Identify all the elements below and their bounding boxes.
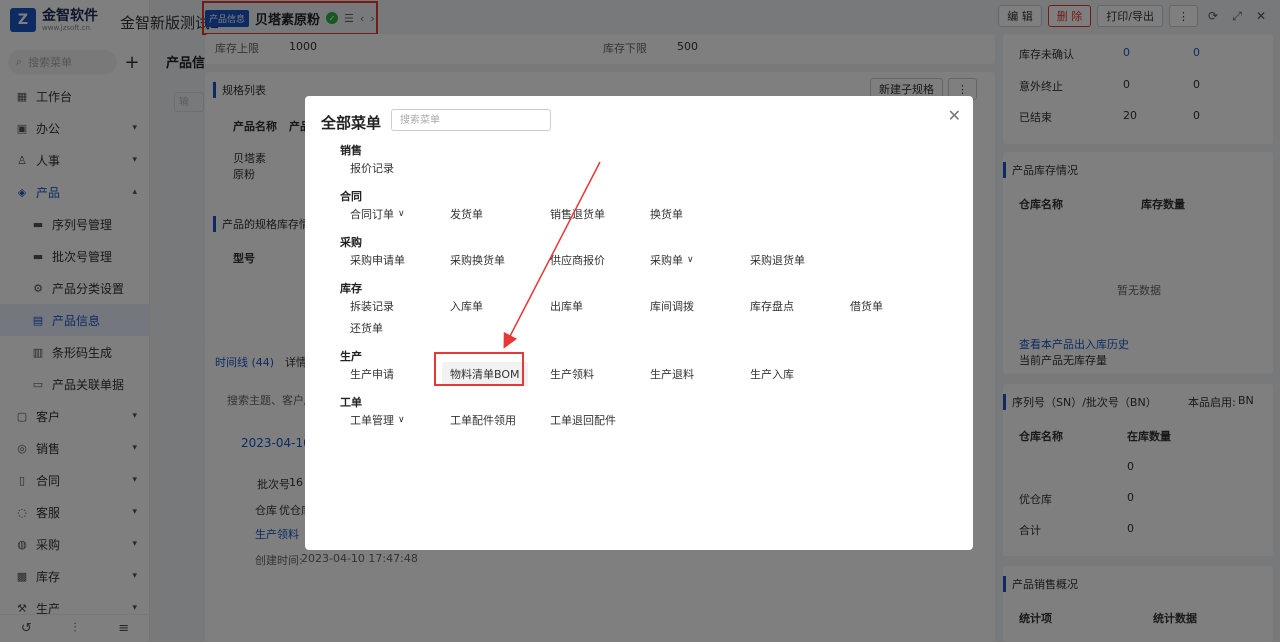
annotation-arrow — [503, 161, 601, 349]
